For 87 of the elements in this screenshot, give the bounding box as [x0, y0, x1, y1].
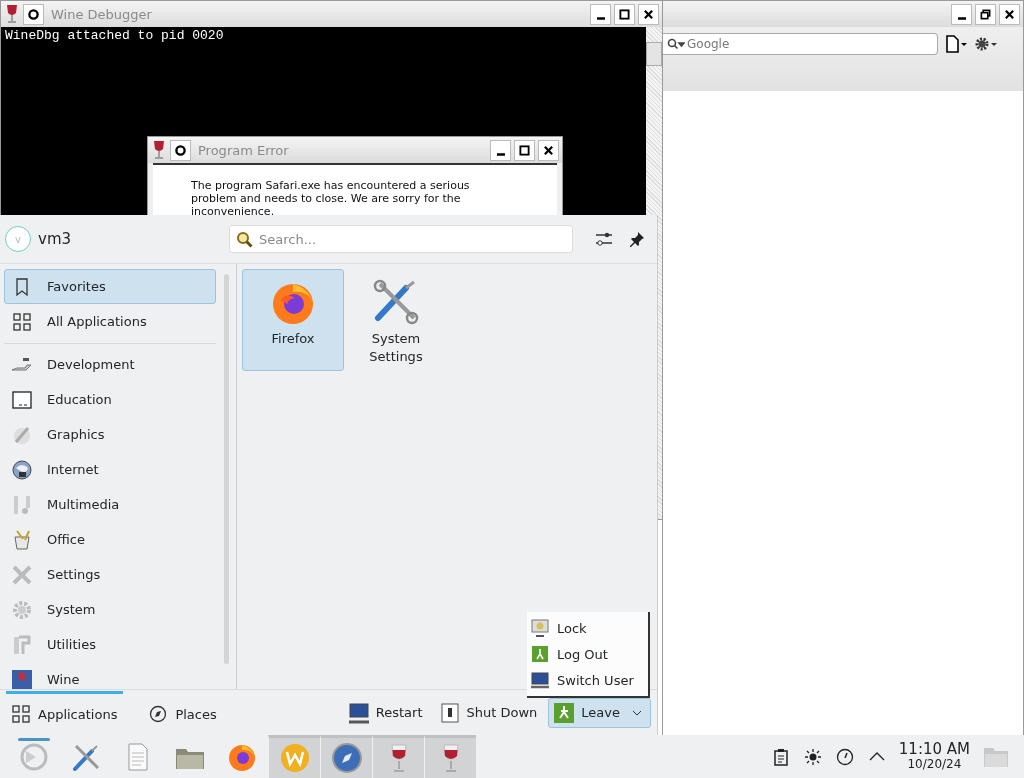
sidebar-item[interactable]: Education	[4, 382, 216, 417]
restore-icon	[980, 8, 991, 20]
power-button[interactable]: Restart	[342, 697, 428, 728]
sidebar-item[interactable]: Internet	[4, 452, 216, 487]
w-logo-icon	[278, 742, 311, 774]
power-button[interactable]: Leave	[548, 697, 651, 728]
screen-icon	[11, 388, 33, 411]
close-icon	[543, 144, 554, 156]
maximize-button[interactable]	[514, 139, 535, 161]
ring-icon	[175, 144, 186, 156]
compass-icon	[149, 705, 168, 723]
sidebar-item[interactable]: All Applications	[4, 304, 216, 339]
app-tile[interactable]: System Settings	[345, 269, 447, 371]
monitor-icon	[531, 671, 549, 689]
launcher-tab[interactable]: Places	[143, 690, 223, 735]
pencil-cup-icon	[11, 528, 33, 551]
settings-icon[interactable]	[974, 35, 998, 53]
sidebar-item[interactable]: Favorites	[4, 269, 216, 304]
wrench-screwdriver-icon	[372, 278, 420, 326]
wine-glass-icon	[4, 4, 20, 24]
window-title: Wine Debugger	[51, 6, 152, 22]
power-switch-icon	[438, 701, 461, 724]
menu-item[interactable]: Lock	[527, 615, 648, 641]
taskbar-item[interactable]	[320, 735, 372, 778]
caret-icon	[632, 709, 642, 716]
window-title: Program Error	[198, 142, 289, 158]
close-button[interactable]	[638, 3, 659, 25]
minimize-button[interactable]	[951, 3, 972, 25]
grid-icon	[12, 705, 30, 723]
sidebar-item[interactable]: Wine	[4, 662, 216, 689]
page-menu-icon[interactable]	[944, 35, 968, 53]
sidebar-item[interactable]: Settings	[4, 557, 216, 592]
console-output: WineDbg attached to pid 0020	[4, 27, 225, 44]
gear-icon	[11, 598, 33, 621]
minimize-icon	[596, 16, 605, 20]
minimize-icon	[957, 16, 966, 20]
monitor-icon	[347, 701, 370, 724]
menu-item[interactable]: Log Out	[527, 641, 648, 667]
close-button[interactable]	[538, 139, 559, 161]
taskbar-item[interactable]	[372, 735, 424, 778]
utilities-icon	[11, 633, 33, 656]
search-field[interactable]: Google	[663, 33, 938, 55]
minimize-button[interactable]	[490, 139, 511, 161]
maximize-button[interactable]	[614, 3, 635, 25]
pin-icon[interactable]	[629, 231, 645, 247]
wine-glass-icon	[151, 140, 167, 160]
sidebar-item[interactable]: Utilities	[4, 627, 216, 662]
running-figure-icon	[531, 645, 549, 663]
lock-screen-icon	[531, 619, 549, 637]
tools-icon	[11, 563, 33, 586]
minimize-button[interactable]	[590, 3, 611, 25]
taskbar-item[interactable]	[424, 735, 476, 778]
close-button[interactable]	[999, 3, 1020, 25]
window-menu-button[interactable]	[23, 3, 44, 25]
restore-button[interactable]	[975, 3, 996, 25]
running-figure-icon	[553, 701, 576, 724]
ring-icon	[28, 8, 39, 20]
brightness-icon[interactable]	[803, 747, 822, 766]
user-name: vm3	[38, 230, 72, 248]
clock-date[interactable]: 10/20/24	[907, 756, 962, 772]
grid-icon	[11, 311, 33, 332]
minimize-icon	[496, 152, 505, 156]
gauge-icon[interactable]	[835, 747, 854, 766]
app-tile[interactable]: Firefox	[242, 269, 344, 371]
menu-item[interactable]: Switch User	[527, 667, 648, 693]
maximize-icon	[519, 144, 530, 156]
sidebar-item[interactable]: Development	[4, 347, 216, 382]
music-icon	[11, 493, 33, 516]
globe-icon	[11, 458, 33, 481]
filter-icon[interactable]	[595, 231, 613, 247]
maximize-icon	[619, 8, 630, 20]
sidebar-item[interactable]: Multimedia	[4, 487, 216, 522]
compass-icon	[330, 742, 363, 774]
sidebar-item[interactable]: System	[4, 592, 216, 627]
sidebar-item[interactable]: Office	[4, 522, 216, 557]
search-icon	[236, 230, 253, 248]
wine-glass-icon	[11, 668, 33, 689]
power-button[interactable]: Shut Down	[433, 697, 543, 728]
error-message: The program Safari.exe has encountered a serious problem and needs to close. We are sorry for the inconvenience.	[191, 179, 471, 218]
sidebar-item[interactable]: Graphics	[4, 417, 216, 452]
window-menu-button[interactable]	[170, 139, 191, 161]
close-icon	[643, 8, 654, 20]
close-icon	[1004, 8, 1015, 20]
clock-time[interactable]: 11:10 AM	[898, 741, 970, 757]
clipboard-icon[interactable]	[771, 747, 790, 766]
search-field[interactable]: Search...	[229, 225, 573, 253]
search-icon	[667, 38, 685, 50]
